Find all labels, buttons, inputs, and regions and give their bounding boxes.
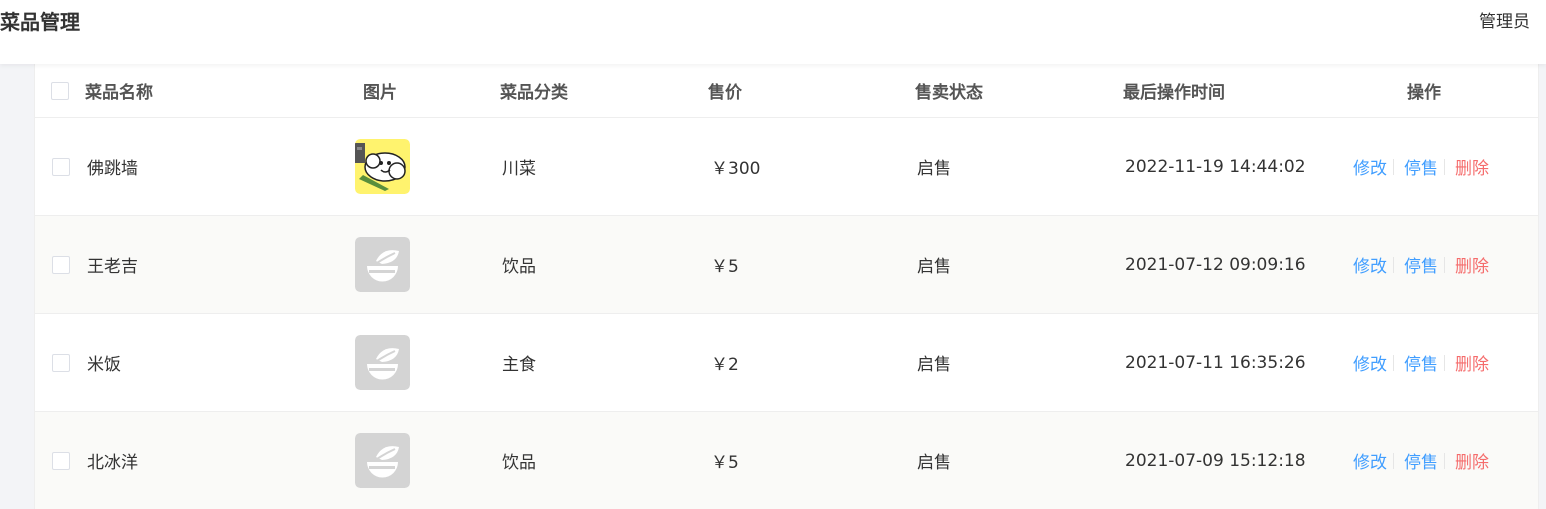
dish-category: 主食 [502,355,536,375]
dish-category: 川菜 [502,159,536,179]
table-row: 北冰洋 饮品 ￥5 启售 2021-07-09 15:12:18 修改 停售 删… [35,412,1538,509]
dish-category: 饮品 [502,257,536,277]
table-row: 佛跳墙 川菜 ￥300 启售 2022-11-19 14:44:02 修改 停售 [35,118,1538,216]
dish-photo[interactable] [355,139,410,194]
stop-sale-link[interactable]: 停售 [1404,154,1438,179]
dish-updated-time: 2022-11-19 14:44:02 [1125,156,1306,177]
delete-link[interactable]: 删除 [1455,448,1489,473]
column-header-image: 图片 [363,83,397,103]
dish-price: ￥300 [711,159,761,179]
action-divider [1444,158,1445,175]
dish-image-cell [355,118,410,215]
edit-link[interactable]: 修改 [1353,252,1387,277]
row-actions: 修改 停售 删除 [1353,216,1489,313]
dish-name: 佛跳墙 [87,159,138,179]
action-divider [1393,452,1394,469]
row-actions: 修改 停售 删除 [1353,314,1489,411]
placeholder-dish-icon[interactable] [355,237,410,292]
dish-status: 启售 [917,453,951,473]
dish-price: ￥5 [711,453,739,473]
page-title: 菜品管理 [0,10,80,34]
edit-link[interactable]: 修改 [1353,350,1387,375]
row-actions: 修改 停售 删除 [1353,118,1489,215]
row-checkbox[interactable] [52,353,70,372]
delete-link[interactable]: 删除 [1455,252,1489,277]
action-divider [1393,354,1394,371]
select-all-cell[interactable] [51,64,69,117]
row-select-cell[interactable] [52,118,70,215]
user-name[interactable]: 管理员 [1479,8,1530,36]
column-header-updated: 最后操作时间 [1123,83,1225,103]
column-header-price: 售价 [708,83,742,103]
action-divider [1393,256,1394,273]
action-divider [1393,158,1394,175]
stop-sale-link[interactable]: 停售 [1404,252,1438,277]
column-header-status: 售卖状态 [915,83,983,103]
dish-price: ￥5 [711,257,739,277]
stop-sale-link[interactable]: 停售 [1404,350,1438,375]
dish-table: 菜品名称 图片 菜品分类 售价 售卖状态 最后操作时间 操作 佛跳墙 川菜 ￥3… [34,64,1539,509]
row-checkbox[interactable] [52,255,70,274]
row-select-cell[interactable] [52,216,70,313]
row-select-cell[interactable] [52,412,70,509]
row-checkbox[interactable] [52,157,70,176]
action-divider [1444,354,1445,371]
action-divider [1444,256,1445,273]
edit-link[interactable]: 修改 [1353,154,1387,179]
row-actions: 修改 停售 删除 [1353,412,1489,509]
table-header: 菜品名称 图片 菜品分类 售价 售卖状态 最后操作时间 操作 [35,64,1538,118]
dish-image-cell [355,314,410,411]
dish-image-cell [355,412,410,509]
dish-status: 启售 [917,355,951,375]
column-header-actions: 操作 [1407,83,1441,103]
dish-updated-time: 2021-07-11 16:35:26 [1125,352,1306,373]
dish-category: 饮品 [502,453,536,473]
column-header-name: 菜品名称 [85,83,153,103]
top-bar: 菜品管理 管理员 [0,0,1546,64]
stop-sale-link[interactable]: 停售 [1404,448,1438,473]
placeholder-dish-icon[interactable] [355,335,410,390]
delete-link[interactable]: 删除 [1455,350,1489,375]
dish-status: 启售 [917,257,951,277]
dish-updated-time: 2021-07-12 09:09:16 [1125,254,1306,275]
dish-name: 王老吉 [87,257,138,277]
action-divider [1444,452,1445,469]
dish-updated-time: 2021-07-09 15:12:18 [1125,450,1306,471]
dish-name: 北冰洋 [87,453,138,473]
row-select-cell[interactable] [52,314,70,411]
table-row: 米饭 主食 ￥2 启售 2021-07-11 16:35:26 修改 停售 删除 [35,314,1538,412]
dish-price: ￥2 [711,355,739,375]
dish-status: 启售 [917,159,951,179]
placeholder-dish-icon[interactable] [355,433,410,488]
edit-link[interactable]: 修改 [1353,448,1387,473]
dish-name: 米饭 [87,355,121,375]
select-all-checkbox[interactable] [51,81,69,100]
column-header-category: 菜品分类 [500,83,568,103]
delete-link[interactable]: 删除 [1455,154,1489,179]
row-checkbox[interactable] [52,451,70,470]
table-row: 王老吉 饮品 ￥5 启售 2021-07-12 09:09:16 修改 停售 删… [35,216,1538,314]
dish-image-cell [355,216,410,313]
